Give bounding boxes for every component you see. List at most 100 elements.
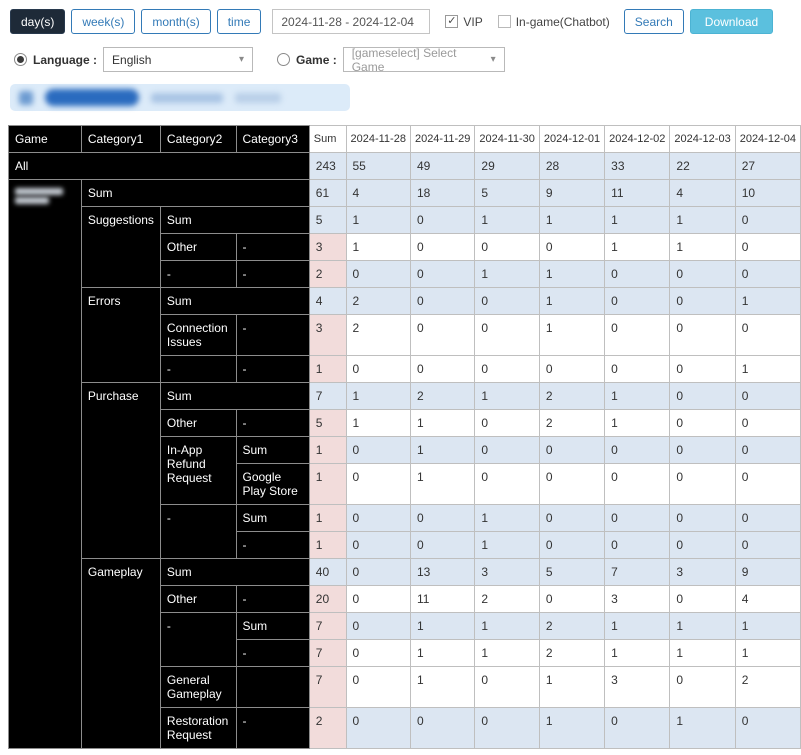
value-cell: 0 [604,260,671,288]
sum-cell: 20 [308,585,347,613]
category-cell: - [235,585,310,613]
value-cell: 0 [345,639,411,667]
sum-cell: 4 [308,287,347,315]
table-row: Gameplay Sum 40 0 13 3 5 7 3 9 [9,558,801,749]
value-cell: 1 [474,382,540,410]
sum-cell: 5 [308,409,347,437]
value-cell: 13 [409,558,476,586]
value-cell: 3 [474,558,540,586]
value-cell: 18 [409,179,476,207]
category-cell: Connection Issues [159,314,237,356]
value-cell: 1 [538,287,606,315]
value-cell: 11 [604,179,671,207]
redacted-button[interactable] [45,89,139,106]
category-cell: Sum [80,179,310,207]
value-cell: 0 [669,666,736,708]
value-cell: 1 [604,233,671,261]
category-cell: - [235,260,310,288]
value-cell: 0 [604,436,671,464]
sum-cell: 1 [308,463,347,505]
value-cell: 1 [604,639,671,667]
download-button[interactable]: Download [689,9,774,34]
redacted-icon [19,90,33,105]
value-cell: 0 [409,504,476,532]
value-cell: 0 [734,206,801,234]
vip-checkbox-row[interactable]: ✓ VIP [445,14,483,29]
value-cell: 0 [604,463,671,505]
sum-cell: 243 [308,152,347,180]
redacted-toolbar [10,84,350,111]
category-cell: - [235,531,310,559]
sum-cell: 1 [308,504,347,532]
category-cell: - [235,314,310,356]
game-select[interactable]: [gameselect] Select Game ▾ [342,46,505,74]
toolbar: day(s) week(s) month(s) time ✓ VIP In-ga… [0,0,801,34]
redacted-text [151,92,223,103]
language-select[interactable]: English ▾ [103,47,254,72]
vip-label: VIP [463,14,483,29]
sum-cell: 2 [308,707,347,749]
value-cell: 5 [474,179,540,207]
value-cell: 0 [734,504,801,532]
vip-checkbox[interactable]: ✓ [445,15,459,28]
column-header: 2024-12-03 [669,125,736,153]
value-cell: 11 [409,585,476,613]
value-cell: 0 [474,436,540,464]
value-cell: 0 [669,314,736,356]
game-radio[interactable] [277,53,291,66]
value-cell: 1 [474,612,540,640]
value-cell: 2 [345,287,411,315]
value-cell: 1 [345,409,411,437]
value-cell: 0 [409,260,476,288]
value-cell: 0 [734,260,801,288]
value-cell: 0 [669,463,736,505]
value-cell: 1 [538,314,606,356]
value-cell: 0 [669,409,736,437]
table-body: All 243 55 49 29 28 33 22 27 Sum 61 4 18 5 9 11 4 10 Sugge… [8,152,801,749]
period-time-button[interactable]: time [216,9,262,34]
game-name-cell-redacted [8,179,82,749]
value-cell: 0 [734,463,801,505]
value-cell: 49 [409,152,476,180]
value-cell: 0 [345,463,411,505]
value-cell: 0 [538,585,606,613]
table-row: All 243 55 49 29 28 33 22 27 [8,152,801,180]
value-cell: 0 [345,585,411,613]
sum-cell: 40 [308,558,347,586]
value-cell: 1 [345,382,411,410]
value-cell: 1 [474,504,540,532]
category-cell: Other [159,585,237,613]
sum-cell: 7 [308,639,347,667]
value-cell: 2 [734,666,801,708]
value-cell: 0 [409,707,476,749]
column-header: 2024-11-29 [409,125,476,153]
value-cell: 0 [669,355,736,383]
period-months-button[interactable]: month(s) [141,9,211,34]
sum-cell: 1 [308,436,347,464]
value-cell: 1 [604,612,671,640]
value-cell: 1 [669,612,736,640]
language-radio[interactable] [14,53,27,66]
date-range-input[interactable] [272,9,431,34]
column-header: Category1 [80,125,161,153]
value-cell: 1 [474,639,540,667]
chatbot-checkbox-row[interactable]: In-game(Chatbot) [497,15,610,29]
value-cell: 0 [345,531,411,559]
category-cell: Sum [235,436,310,464]
sum-cell: 7 [308,382,347,410]
table-row: Errors Sum 4 2 0 0 1 0 0 1 [9,287,801,383]
report-table: Game Category1 Category2 Category3 Sum 2024-1… [8,125,801,749]
search-button[interactable]: Search [623,9,684,34]
value-cell: 2 [538,639,606,667]
period-weeks-button[interactable]: week(s) [71,9,136,34]
category-cell: Sum [159,382,310,410]
chatbot-checkbox[interactable] [497,15,511,28]
value-cell: 0 [669,436,736,464]
period-days-button[interactable]: day(s) [10,9,66,34]
value-cell: 0 [474,666,540,708]
value-cell: 0 [345,612,411,640]
value-cell: 0 [734,436,801,464]
category-cell: - [235,639,310,667]
value-cell: 0 [409,314,476,356]
chevron-down-icon: ▾ [238,54,245,65]
